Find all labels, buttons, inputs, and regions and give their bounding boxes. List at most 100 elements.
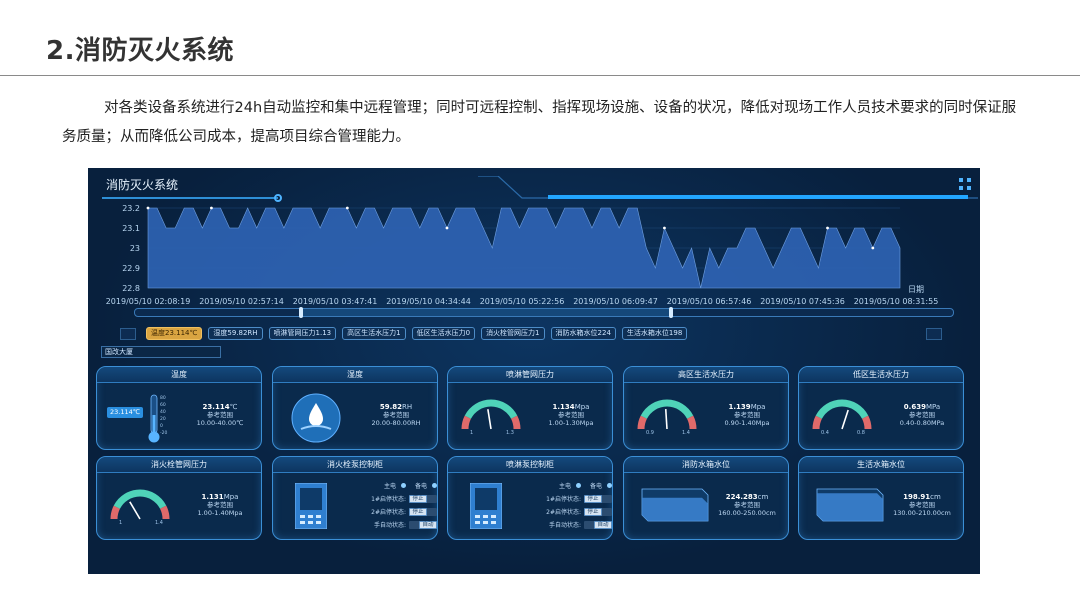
gauge-min-label: 1 — [119, 520, 122, 525]
reference-label: 参考范围 — [207, 411, 233, 419]
reading-unit: RH — [402, 403, 413, 411]
pump-status-row: 1#启停状态: 停止 — [351, 492, 437, 505]
gauge-min-label: 0.9 — [646, 430, 654, 435]
gauge-needle — [664, 408, 668, 430]
card-values: 224.283cm 参考范围 160.00-250.00cm — [708, 493, 786, 517]
metric-card[interactable]: 生活水箱水位 198.91cm 参考范围 130.00-210.00cm — [798, 456, 964, 540]
card-values: 198.91cm 参考范围 130.00-210.00cm — [883, 493, 961, 517]
pump-status-slot: 停止 — [409, 494, 437, 503]
metric-card[interactable]: 喷淋泵控制柜 主电 备电 1#启停状态: 停止 2#启停状态: 停止 手自动状态: 自动 — [447, 456, 613, 540]
pump-status-badge[interactable]: 停止 — [584, 507, 602, 516]
reading-unit: cm — [757, 493, 769, 501]
x-tick-label: 2019/05/10 02:08:19 — [106, 297, 191, 306]
pump-status-badge[interactable]: 自动 — [419, 520, 437, 529]
x-tick-label: 2019/05/10 03:47:41 — [293, 297, 378, 306]
backup-power-label: 备电 — [589, 483, 602, 490]
gauge-min-label: 1 — [470, 430, 473, 435]
card-values: 59.82RH 参考范围 20.00-80.00RH — [357, 403, 435, 427]
card-title: 温度 — [97, 367, 261, 383]
backup-power-label: 备电 — [414, 483, 427, 490]
card-reading: 198.91cm — [883, 493, 961, 501]
x-tick-label: 2019/05/10 02:57:14 — [199, 297, 284, 306]
reference-label: 参考范围 — [383, 411, 409, 419]
pump-status-badge[interactable]: 停止 — [409, 507, 427, 516]
pump-status-row: 手自动状态: 自动 — [526, 518, 612, 531]
data-point-marker — [445, 226, 449, 230]
card-title: 湿度 — [273, 367, 437, 383]
metric-card[interactable]: 消火栓管网压力 1.131Mpa 参考范围 1.00-1.40Mpa 1 1.4 — [96, 456, 262, 540]
pump-status-row: 2#启停状态: 停止 — [351, 505, 437, 518]
reference-range: 160.00-250.00cm — [718, 509, 776, 517]
reference-range: 20.00-80.00RH — [371, 419, 421, 427]
fire-system-dashboard: 消防灭火系统 23.2 23.1 23 22.9 22.8 日期 2019/05/10 02… — [88, 168, 980, 574]
reading-unit: Mpa — [574, 403, 590, 411]
reading-unit: Mpa — [750, 403, 766, 411]
metric-card[interactable]: 消防水箱水位 224.283cm 参考范围 160.00-250.00cm — [623, 456, 789, 540]
gauge-needle — [841, 409, 849, 430]
temperature-series-area — [147, 207, 901, 289]
data-point-marker — [345, 206, 349, 210]
card-reading: 1.131Mpa — [181, 493, 259, 501]
metric-card[interactable]: 湿度 59.82RH 参考范围 20.00-80.00RH — [272, 366, 438, 450]
pump-status-badge[interactable]: 停止 — [584, 494, 602, 503]
metric-card[interactable]: 消火栓泵控制柜主电 备电 1#启停状态: 停止 2#启停状态: 停止手自动状态: 自动 — [272, 456, 438, 540]
reading-unit: cm — [930, 493, 941, 501]
pressure-gauge: 1 1.3 — [461, 399, 521, 435]
expand-icon[interactable] — [959, 178, 971, 190]
pump-status-slot: 停止 — [584, 507, 612, 516]
document-paragraph: 对各类设备系统进行24h自动监控和集中远程管理；同时可远程控制、指挥现场设施、设… — [62, 100, 1017, 145]
title-knob — [274, 194, 282, 202]
reference-range: 0.90-1.40Mpa — [724, 419, 770, 427]
reading-value: 59.82 — [379, 403, 402, 411]
water-level-fill — [817, 493, 883, 521]
reference-label: 参考范围 — [734, 501, 760, 509]
pump-status-slot: 自动 — [584, 520, 612, 529]
power-status-row: 主电 备电 — [351, 479, 437, 492]
main-power-indicator — [575, 483, 581, 488]
card-title: 喷淋泵控制柜 — [448, 457, 612, 473]
pump-status-badge[interactable]: 停止 — [409, 494, 427, 503]
reference-range: 1.00-1.30Mpa — [548, 419, 594, 427]
card-title: 消火栓泵控制柜 — [273, 457, 437, 473]
metric-tab[interactable]: 消防水箱水位224 — [550, 327, 616, 340]
y-tick-label: 22.9 — [122, 264, 140, 273]
metric-tab[interactable]: 喷淋管网压力1.13 — [268, 327, 337, 340]
pump-status-badge[interactable]: 自动 — [594, 520, 612, 529]
metric-tab[interactable]: 生活水箱水位198 — [621, 327, 688, 340]
metric-card[interactable]: 喷淋管网压力 1.134Mpa 参考范围 1.00-1.30Mpa 1 1.3 — [447, 366, 613, 450]
time-range-start-handle[interactable] — [299, 307, 303, 318]
reading-unit: MPa — [925, 403, 941, 411]
metric-tab[interactable]: 温度23.114℃ — [146, 327, 203, 340]
data-point-marker — [210, 206, 213, 210]
metric-card[interactable]: 高区生活水压力 1.139Mpa 参考范围 0.90-1.40Mpa 0.9 1.4 — [623, 366, 789, 450]
time-range-selection[interactable] — [301, 309, 673, 316]
tabs-prev-button[interactable] — [120, 328, 136, 340]
data-point-marker — [663, 226, 666, 230]
thermometer-icon: 806040200-20 — [148, 394, 167, 443]
reference-label: 参考范围 — [909, 411, 935, 419]
reference-range: 1.00-1.40Mpa — [197, 509, 243, 517]
tabs-next-button[interactable] — [926, 328, 942, 340]
y-tick-label: 23.1 — [122, 224, 140, 233]
pump-status-label: 手自动状态: — [373, 522, 406, 529]
thermometer-tick-label: 20 — [160, 416, 166, 422]
time-range-end-handle[interactable] — [669, 307, 673, 318]
metric-tab[interactable]: 湿度59.82RH — [208, 327, 263, 340]
metric-card[interactable]: 温度 23.114℃ 参考范围 10.00-40.00℃ 23.114℃ 80 60 40 20… — [96, 366, 262, 450]
metric-card[interactable]: 低区生活水压力 0.639MPa 参考范围 0.40-0.80MPa 0.4 0.8 — [798, 366, 964, 450]
water-tank-icon — [816, 488, 884, 522]
x-axis-unit-label: 日期 — [908, 285, 924, 294]
x-tick-label: 2019/05/10 06:09:47 — [573, 297, 658, 306]
x-tick-label: 2019/05/10 08:31:55 — [854, 297, 939, 306]
pump-status-slot: 自动 — [409, 520, 437, 529]
gauge-min-label: 0.4 — [821, 430, 829, 435]
pump-status-row: 2#启停状态: 停止 — [526, 505, 612, 518]
gauge-max-label: 1.3 — [506, 430, 514, 435]
time-range-slider[interactable] — [134, 307, 954, 318]
metric-tab[interactable]: 消火栓管网压力1 — [481, 327, 545, 340]
card-title: 低区生活水压力 — [799, 367, 963, 383]
metric-tab[interactable]: 低区生活水压力0 — [411, 327, 476, 340]
building-name-field[interactable]: 国改大厦 — [101, 346, 221, 358]
metric-tab[interactable]: 高区生活水压力1 — [342, 327, 406, 340]
card-values: 1.134Mpa 参考范围 1.00-1.30Mpa — [532, 403, 610, 427]
